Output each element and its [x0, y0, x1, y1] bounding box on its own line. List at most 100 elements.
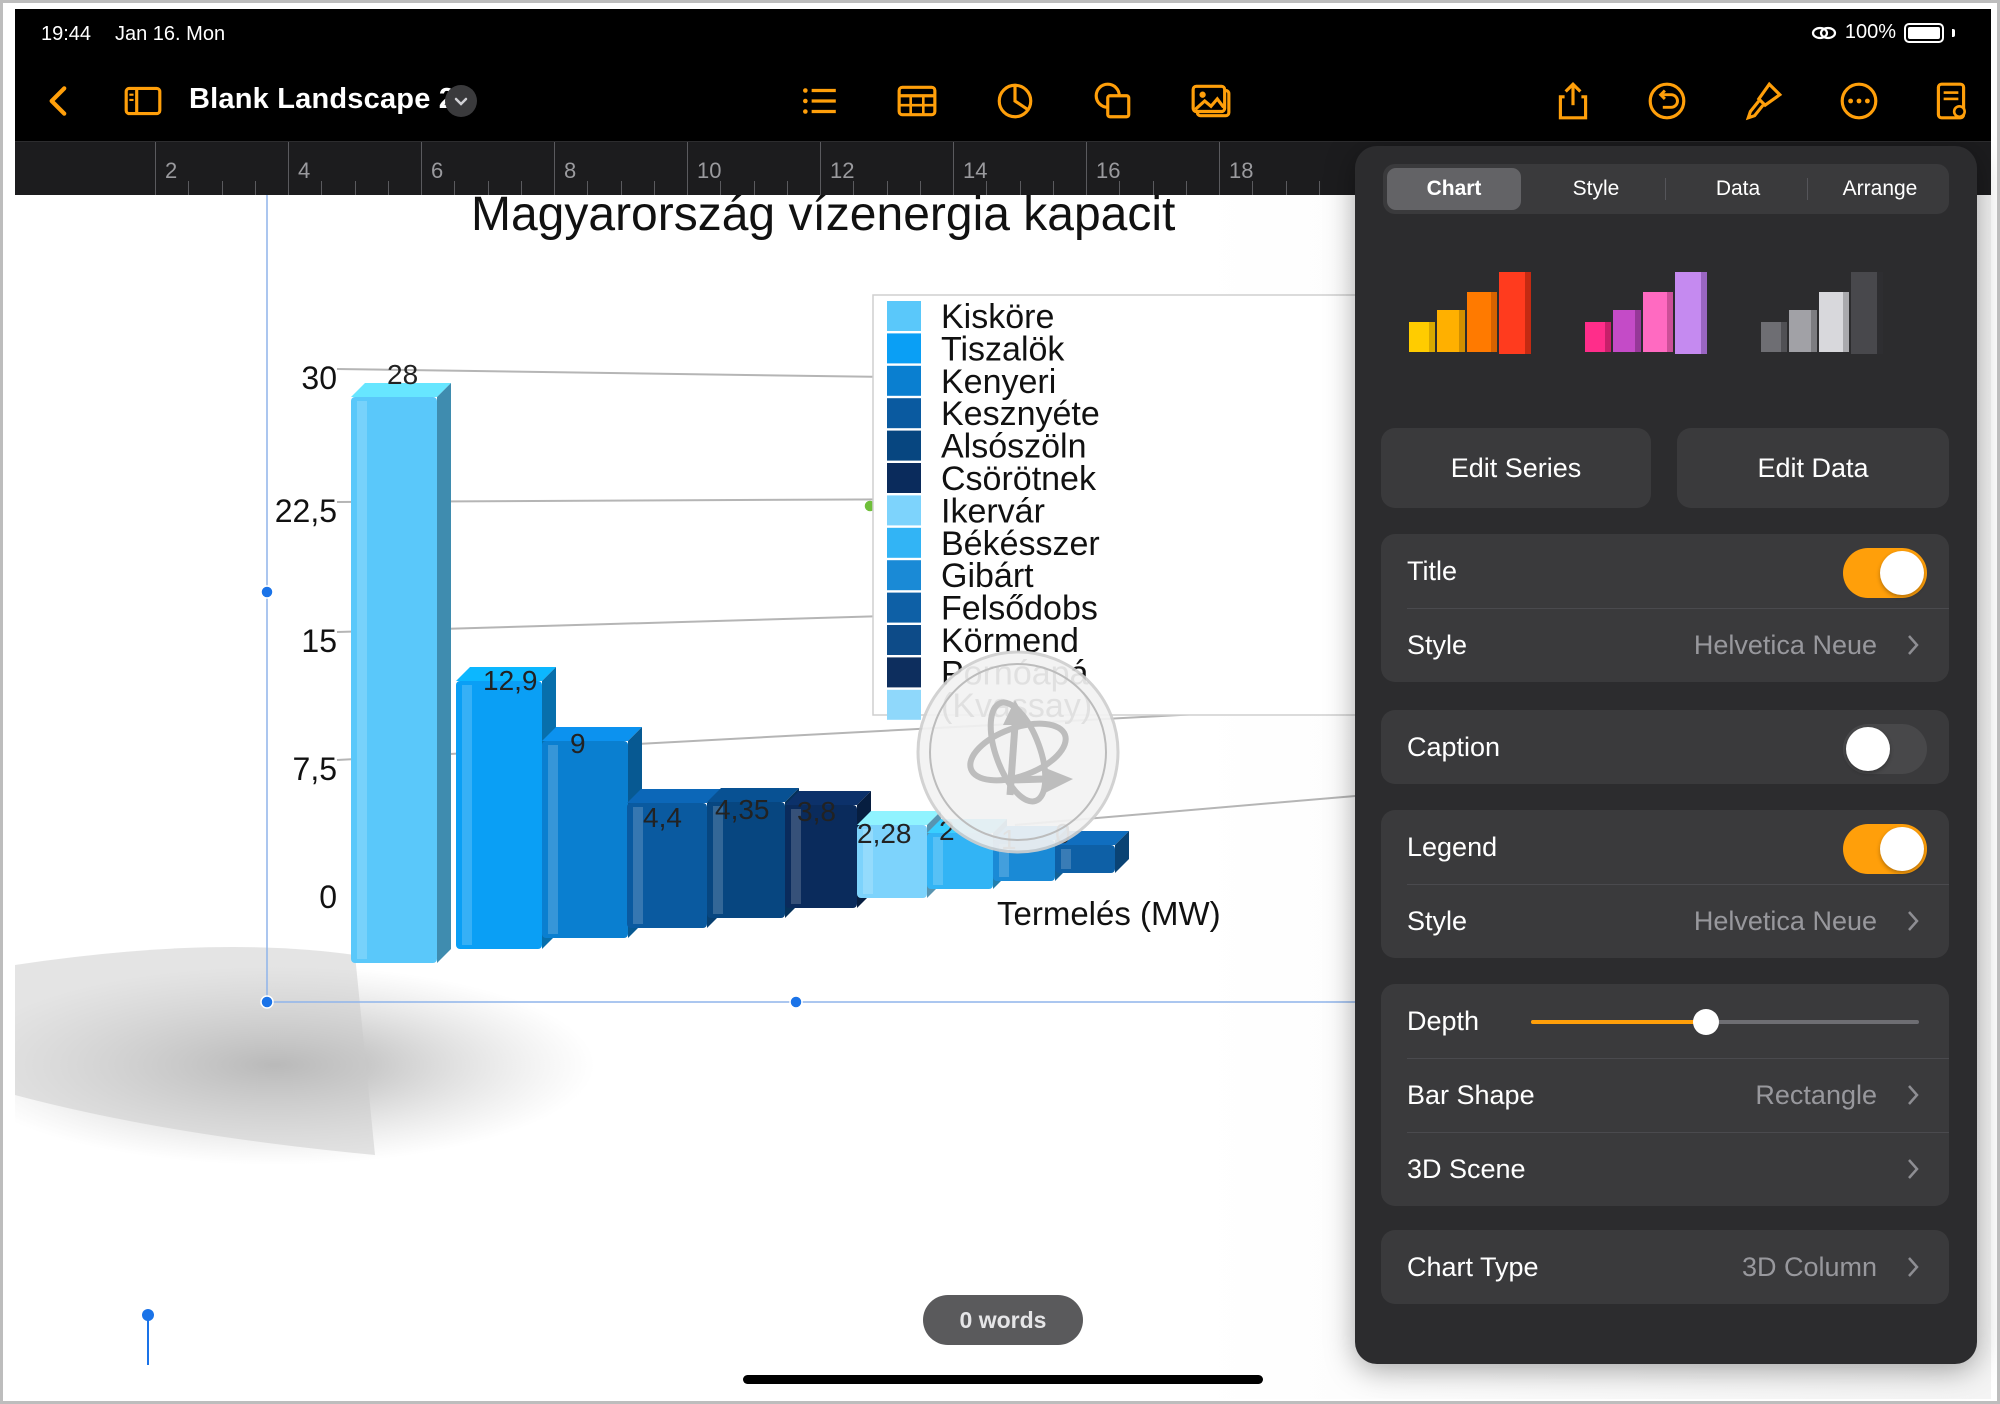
- ruler-label: 12: [830, 158, 855, 183]
- bar-highlight: [1061, 849, 1071, 869]
- legend-swatch: [887, 430, 921, 461]
- legend-swatch: [887, 560, 921, 591]
- legend-swatch: [887, 527, 921, 558]
- status-bar: 19:44 Jan 16. Mon 100%: [15, 9, 1991, 61]
- chevron-right-icon: [1908, 1085, 1919, 1105]
- ruler-minor-tick: [188, 181, 190, 195]
- chart-title: Magyarország vízenergia kapacit: [471, 195, 1175, 241]
- undo-icon[interactable]: [1643, 77, 1691, 125]
- ruler-minor-tick: [1052, 181, 1054, 195]
- edit-series-button[interactable]: Edit Series: [1381, 428, 1651, 508]
- x-axis-label: Termelés (MW): [997, 895, 1221, 932]
- list-format-icon[interactable]: [795, 77, 843, 125]
- tab-style[interactable]: Style: [1529, 168, 1663, 210]
- ipad-screen: 19:44 Jan 16. Mon 100% Blank Landscape 2: [0, 0, 2000, 1404]
- ruler-major-tick: [820, 142, 821, 196]
- document-title[interactable]: Blank Landscape 2: [189, 83, 455, 116]
- chevron-right-icon: [1908, 1257, 1919, 1277]
- bar-value-label: 4,4: [643, 802, 682, 833]
- ruler-minor-tick: [620, 181, 622, 195]
- legend-swatch: [887, 463, 921, 493]
- tab-chart[interactable]: Chart: [1387, 168, 1521, 210]
- bar-shape-row[interactable]: Bar Shape Rectangle: [1381, 1058, 1949, 1132]
- ruler-major-tick: [953, 142, 954, 196]
- depth-slider[interactable]: [1531, 1009, 1919, 1035]
- legend-swatch: [887, 657, 921, 688]
- ruler-minor-tick: [986, 181, 988, 195]
- ruler-minor-tick: [853, 181, 855, 195]
- bar-value-label: 2,28: [857, 818, 912, 849]
- bar-top-face: [542, 727, 642, 741]
- ruler-minor-tick: [1019, 181, 1021, 195]
- chart-type-value: 3D Column: [1741, 1252, 1877, 1282]
- status-right: 100%: [1811, 21, 1955, 44]
- legend-swatch: [887, 398, 921, 429]
- title-toggle[interactable]: [1843, 548, 1927, 598]
- media-icon[interactable]: [1187, 77, 1235, 125]
- share-icon[interactable]: [1549, 77, 1597, 125]
- title-row[interactable]: Title: [1381, 534, 1949, 608]
- chart-style-swatch-warm[interactable]: [1405, 260, 1545, 370]
- title-menu-chevron-icon[interactable]: [445, 85, 477, 117]
- selection-handle: [260, 585, 274, 599]
- bar-top-face: [627, 789, 721, 803]
- document-view-icon[interactable]: [1927, 77, 1975, 125]
- more-options-icon[interactable]: [1835, 77, 1883, 125]
- y-axis-tick-label: 15: [301, 623, 337, 659]
- ruler-minor-tick: [454, 181, 456, 195]
- 3d-scene-row[interactable]: 3D Scene: [1381, 1132, 1949, 1206]
- chart-style-swatch-gray[interactable]: [1757, 260, 1897, 370]
- battery-icon: [1904, 22, 1944, 43]
- caption-toggle[interactable]: [1843, 724, 1927, 774]
- rotate-3d-arrow-icon: [1006, 724, 1019, 796]
- legend-swatch: [887, 333, 921, 364]
- tab-arrange[interactable]: Arrange: [1813, 168, 1947, 210]
- legend-swatch: [887, 689, 921, 720]
- word-count-pill[interactable]: 0 words: [923, 1295, 1083, 1345]
- edit-data-button[interactable]: Edit Data: [1677, 428, 1949, 508]
- format-brush-icon[interactable]: [1739, 77, 1787, 125]
- ruler-label: 6: [431, 158, 444, 183]
- depth-slider-thumb[interactable]: [1692, 1009, 1719, 1035]
- ruler-minor-tick: [520, 181, 522, 195]
- ruler-minor-tick: [886, 181, 888, 195]
- rotate-3d-control-ring: [916, 650, 1120, 854]
- chart-type-row[interactable]: Chart Type 3D Column: [1381, 1230, 1949, 1304]
- legend-toggle[interactable]: [1843, 824, 1927, 874]
- shape-icon[interactable]: [1089, 77, 1137, 125]
- ruler-minor-tick: [1252, 181, 1254, 195]
- bar-value-label: 9: [570, 728, 586, 759]
- legend-swatch: [887, 365, 921, 396]
- legend-style-row[interactable]: Style Helvetica Neue: [1381, 884, 1949, 958]
- ruler-minor-tick: [1152, 181, 1154, 195]
- toolbar: Blank Landscape 2: [15, 61, 1991, 141]
- tab-divider: [1665, 178, 1666, 200]
- back-chevron-icon[interactable]: [35, 77, 83, 125]
- ruler-label: 2: [165, 158, 178, 183]
- bar-highlight: [462, 685, 472, 945]
- title-style-row[interactable]: Style Helvetica Neue: [1381, 608, 1949, 682]
- text-cursor-knob: [142, 1309, 154, 1321]
- format-inspector-panel: Chart Style Data Arrange Edit Series Edi…: [1355, 146, 1977, 1364]
- ruler-major-tick: [1086, 142, 1087, 196]
- bar-side-face: [437, 383, 451, 963]
- tab-data[interactable]: Data: [1671, 168, 1805, 210]
- status-date: Jan 16. Mon: [115, 23, 226, 45]
- caption-row[interactable]: Caption: [1381, 710, 1949, 784]
- depth-label: Depth: [1407, 1006, 1480, 1036]
- chevron-right-icon: [1908, 635, 1919, 655]
- depth-row: Depth: [1381, 984, 1949, 1058]
- legend-row[interactable]: Legend: [1381, 810, 1949, 884]
- table-icon[interactable]: [893, 77, 941, 125]
- tab-divider: [1807, 178, 1808, 200]
- ruler-minor-tick: [1285, 181, 1287, 195]
- ruler-minor-tick: [254, 181, 256, 195]
- sidebar-icon[interactable]: [119, 77, 167, 125]
- chart-style-swatch-pink[interactable]: [1581, 260, 1721, 370]
- title-style-value: Helvetica Neue: [1693, 630, 1877, 660]
- home-indicator[interactable]: [743, 1375, 1263, 1384]
- chart-icon[interactable]: [991, 77, 1039, 125]
- bar-shape-label: Bar Shape: [1407, 1080, 1535, 1110]
- ruler-minor-tick: [354, 181, 356, 195]
- chevron-right-icon: [1908, 911, 1919, 931]
